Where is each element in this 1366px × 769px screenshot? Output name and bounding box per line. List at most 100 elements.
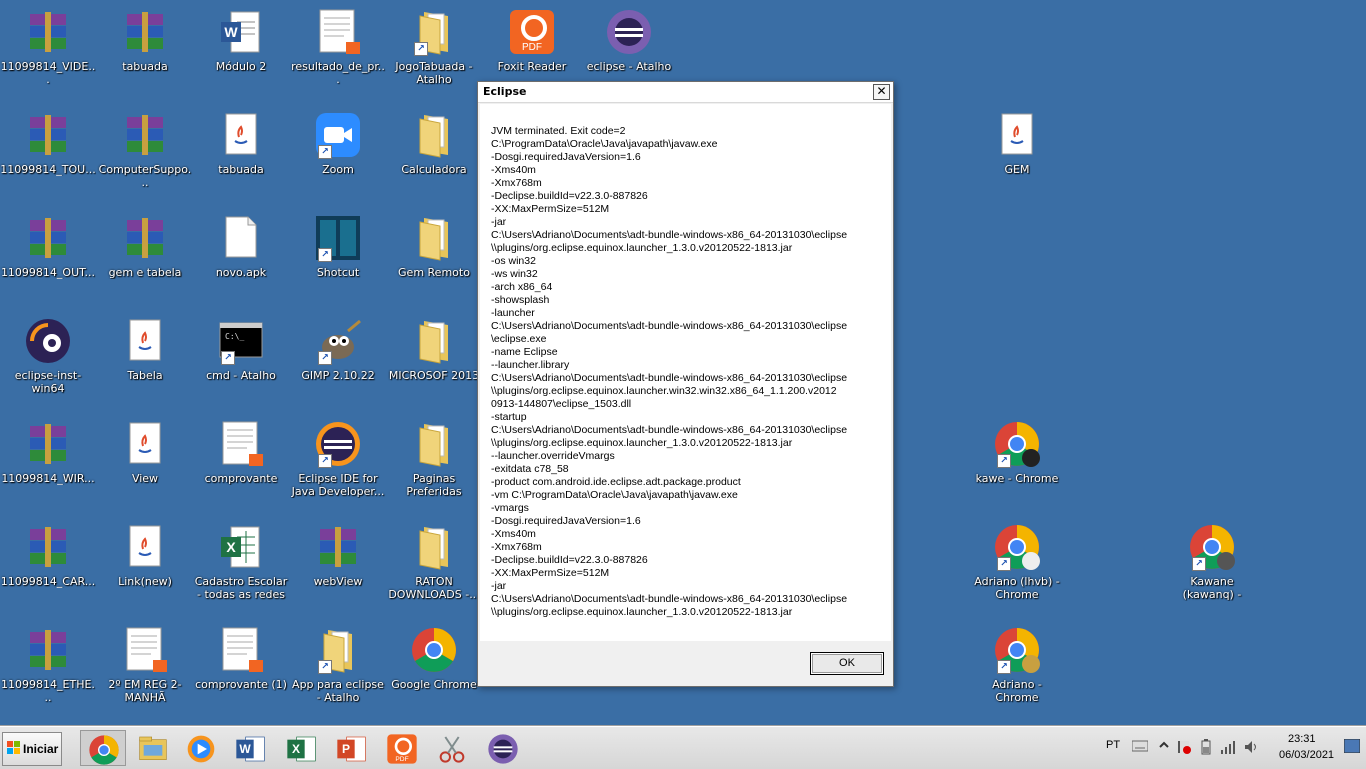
desktop-icon[interactable]: 11099814_OUT... xyxy=(0,208,96,311)
desktop-icon[interactable]: ↗ JogoTabuada - Atalho xyxy=(386,2,482,105)
desktop-icon[interactable]: RATON DOWNLOADS -... xyxy=(386,517,482,620)
taskbar-foxit[interactable]: PDF xyxy=(379,730,425,766)
desktop-icon[interactable]: Paginas Preferidas xyxy=(386,414,482,517)
taskbar-explorer[interactable] xyxy=(130,730,176,766)
desktop-icon[interactable]: ↗ Eclipse IDE for Java Developer... xyxy=(290,414,386,517)
taskbar-snipping-tool[interactable] xyxy=(429,730,475,766)
desktop-icon[interactable]: ↗ GIMP 2.10.22 xyxy=(290,311,386,414)
media-player-icon xyxy=(187,735,215,763)
desktop-icon-label: 11099814_VIDE... xyxy=(0,60,96,86)
desktop-icon[interactable]: ↗ Kawane (kawanq) - Chrome xyxy=(1164,517,1260,620)
desktop-icon-label: View xyxy=(131,472,159,485)
desktop-icon-label: tabuada xyxy=(122,60,168,73)
taskbar-word[interactable]: W xyxy=(228,730,274,766)
desktop-icon-label: Tabela xyxy=(127,369,163,382)
desktop-icon[interactable]: C:\_ ↗ cmd - Atalho xyxy=(193,311,289,414)
desktop-icon[interactable]: tabuada xyxy=(97,2,193,105)
desktop-icon-label: resultado_de_pr... xyxy=(291,60,385,86)
desktop-icon[interactable]: Gem Remoto xyxy=(386,208,482,311)
desktop-icon[interactable]: ↗ Zoom xyxy=(290,105,386,208)
java-file-icon xyxy=(129,422,161,464)
taskbar-excel[interactable]: X xyxy=(279,730,325,766)
desktop-icon[interactable]: webView xyxy=(290,517,386,620)
desktop-icon-label: 11099814_OUT... xyxy=(0,266,96,279)
shortcut-arrow-icon: ↗ xyxy=(318,351,332,365)
chrome-icon xyxy=(89,735,119,765)
desktop-icon[interactable]: View xyxy=(97,414,193,517)
language-indicator[interactable]: PT xyxy=(1106,739,1120,751)
desktop-icon-label: tabuada xyxy=(218,163,264,176)
taskbar-powerpoint[interactable]: P xyxy=(329,730,375,766)
desktop-icon[interactable]: Google Chrome xyxy=(386,620,482,723)
eclipse-icon xyxy=(607,10,651,54)
start-button[interactable]: Iniciar xyxy=(2,732,62,766)
foxit-icon: PDF xyxy=(510,10,554,54)
dialog-titlebar[interactable]: Eclipse ✕ xyxy=(478,82,893,103)
show-desktop-icon[interactable] xyxy=(1344,739,1360,753)
taskbar-eclipse[interactable] xyxy=(480,730,526,766)
svg-text:W: W xyxy=(224,24,238,40)
desktop-icon-label: Eclipse IDE for Java Developer... xyxy=(291,472,385,498)
desktop-icon[interactable]: X Cadastro Escolar - todas as redes d... xyxy=(193,517,289,620)
eclipse-icon xyxy=(488,734,518,764)
java-file-icon xyxy=(1001,113,1033,155)
desktop-icon[interactable]: ↗ Shotcut xyxy=(290,208,386,311)
close-icon[interactable]: ✕ xyxy=(873,84,890,100)
desktop-icon-label: kawe - Chrome xyxy=(975,472,1059,485)
desktop-icon[interactable]: ↗ Adriano (lhvb) - Chrome xyxy=(969,517,1065,620)
clock-time[interactable]: 23:31 xyxy=(1288,733,1316,745)
desktop-icon[interactable]: W Módulo 2 xyxy=(193,2,289,105)
desktop-icon[interactable]: comprovante xyxy=(193,414,289,517)
chevron-up-icon[interactable] xyxy=(1158,739,1170,753)
ok-button[interactable]: OK xyxy=(810,652,884,675)
java-file-icon xyxy=(225,113,257,155)
keyboard-icon[interactable] xyxy=(1132,739,1148,753)
desktop-icon[interactable]: Link(new) xyxy=(97,517,193,620)
desktop-icon[interactable]: ↗ App para eclipse - Atalho xyxy=(290,620,386,723)
desktop-icon[interactable]: novo.apk xyxy=(193,208,289,311)
svg-text:PDF: PDF xyxy=(522,42,542,53)
desktop-icon[interactable]: Tabela xyxy=(97,311,193,414)
svg-text:C:\_: C:\_ xyxy=(225,332,244,341)
desktop-icon[interactable]: GEM xyxy=(969,105,1065,208)
desktop-icon[interactable]: tabuada xyxy=(193,105,289,208)
excel-icon: X xyxy=(287,736,316,762)
desktop-icon[interactable]: eclipse-inst-win64 xyxy=(0,311,96,414)
taskbar-media-player[interactable] xyxy=(178,730,224,766)
desktop-icon[interactable]: ↗ Adriano - Chrome xyxy=(969,620,1065,723)
error-message: JVM terminated. Exit code=2 C:\ProgramDa… xyxy=(491,125,848,618)
winrar-icon xyxy=(30,218,66,258)
taskbar-chrome[interactable] xyxy=(80,730,126,766)
foxit-icon: PDF xyxy=(387,734,417,764)
explorer-icon xyxy=(139,736,167,760)
snipping-tool-icon xyxy=(439,736,465,763)
volume-icon[interactable] xyxy=(1244,739,1260,755)
desktop-icon[interactable]: ↗ kawe - Chrome xyxy=(969,414,1065,517)
shortcut-arrow-icon: ↗ xyxy=(221,351,235,365)
desktop-icon[interactable]: 11099814_CAR... xyxy=(0,517,96,620)
desktop-icon[interactable]: 11099814_WIR... xyxy=(0,414,96,517)
action-center-icon[interactable] xyxy=(1176,739,1192,755)
desktop-icon-label: MICROSOF 2013 xyxy=(388,369,480,382)
folder-icon xyxy=(419,527,448,570)
desktop-icon[interactable]: Calculadora xyxy=(386,105,482,208)
desktop-icon[interactable]: resultado_de_pr... xyxy=(290,2,386,105)
desktop-icon[interactable]: ComputerSuppo... xyxy=(97,105,193,208)
clock-date[interactable]: 06/03/2021 xyxy=(1279,749,1334,761)
network-signal-icon[interactable] xyxy=(1220,739,1236,755)
blank-file-icon xyxy=(225,216,257,258)
desktop-icon[interactable]: gem e tabela xyxy=(97,208,193,311)
desktop-icon[interactable]: 11099814_ETHE... xyxy=(0,620,96,723)
desktop-icon[interactable]: comprovante (1) xyxy=(193,620,289,723)
desktop-icon-label: gem e tabela xyxy=(108,266,182,279)
desktop-icon-label: Adriano (lhvb) - Chrome xyxy=(974,575,1060,601)
desktop-icon[interactable]: MICROSOF 2013 xyxy=(386,311,482,414)
desktop-icon[interactable]: 11099814_VIDE... xyxy=(0,2,96,105)
battery-icon[interactable] xyxy=(1200,739,1212,755)
dialog-body: JVM terminated. Exit code=2 C:\ProgramDa… xyxy=(480,104,891,641)
desktop-icon[interactable]: 2º EM REG 2-MANHÃ xyxy=(97,620,193,723)
desktop-icon-label: eclipse - Atalho xyxy=(586,60,672,73)
shortcut-arrow-icon: ↗ xyxy=(318,145,332,159)
desktop-icon-label: Foxit Reader xyxy=(497,60,567,73)
desktop-icon[interactable]: 11099814_TOU... xyxy=(0,105,96,208)
